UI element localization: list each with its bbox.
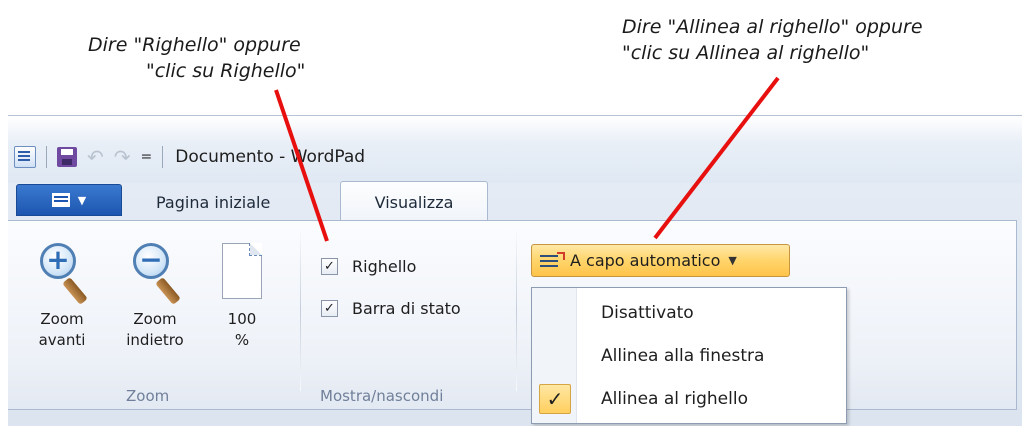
pointer-line-align-ruler [653, 76, 780, 240]
annotation-pointers [274, 76, 780, 242]
pointer-line-ruler [274, 89, 329, 242]
